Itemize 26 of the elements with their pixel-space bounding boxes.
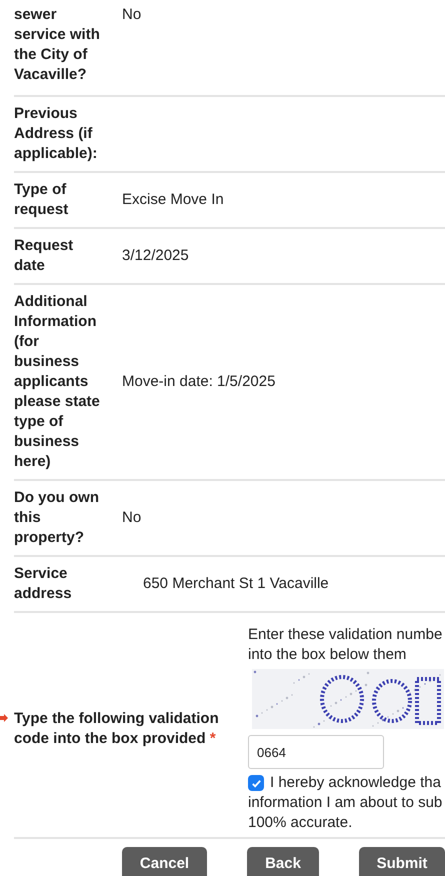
- field-label: Do you own this property?: [14, 488, 100, 548]
- acknowledge-text: I hereby acknowledge tha: [270, 773, 441, 793]
- acknowledge-text: information I am about to sub: [248, 793, 444, 813]
- checkbox[interactable]: [248, 775, 264, 791]
- field-label: Additional Information (for business applicants please state type of business here): [14, 292, 101, 472]
- instruction-text: into the box below them: [248, 645, 408, 665]
- field-value: Excise Move In: [122, 190, 224, 210]
- input-field[interactable]: 0664: [248, 735, 384, 769]
- form-button[interactable]: Cancel: [122, 847, 207, 876]
- checkmark-icon: [250, 778, 262, 788]
- field-value: Move-in date: 1/5/2025: [122, 372, 276, 392]
- acknowledge-text: 100% accurate.: [248, 813, 354, 833]
- field-label: Type of request: [14, 180, 70, 220]
- field-label: Service address: [14, 564, 73, 604]
- field-label: sewer service with the City of Vacaville?: [14, 5, 101, 85]
- field-label: Previous Address (if applicable):: [14, 104, 98, 164]
- field-label: Request date: [14, 236, 74, 276]
- field-label: Type the following validation code into the box provided *: [14, 710, 219, 747]
- field-value: 3/12/2025: [122, 246, 189, 266]
- form-button[interactable]: Back: [247, 847, 319, 876]
- form-button[interactable]: Submit: [359, 847, 445, 876]
- field-value: 650 Merchant St 1 Vacaville: [143, 574, 329, 594]
- pointer-arrow-icon: [0, 714, 8, 722]
- field-value: No: [122, 5, 142, 25]
- field-value: No: [122, 508, 142, 528]
- instruction-text: Enter these validation numbe: [248, 625, 444, 645]
